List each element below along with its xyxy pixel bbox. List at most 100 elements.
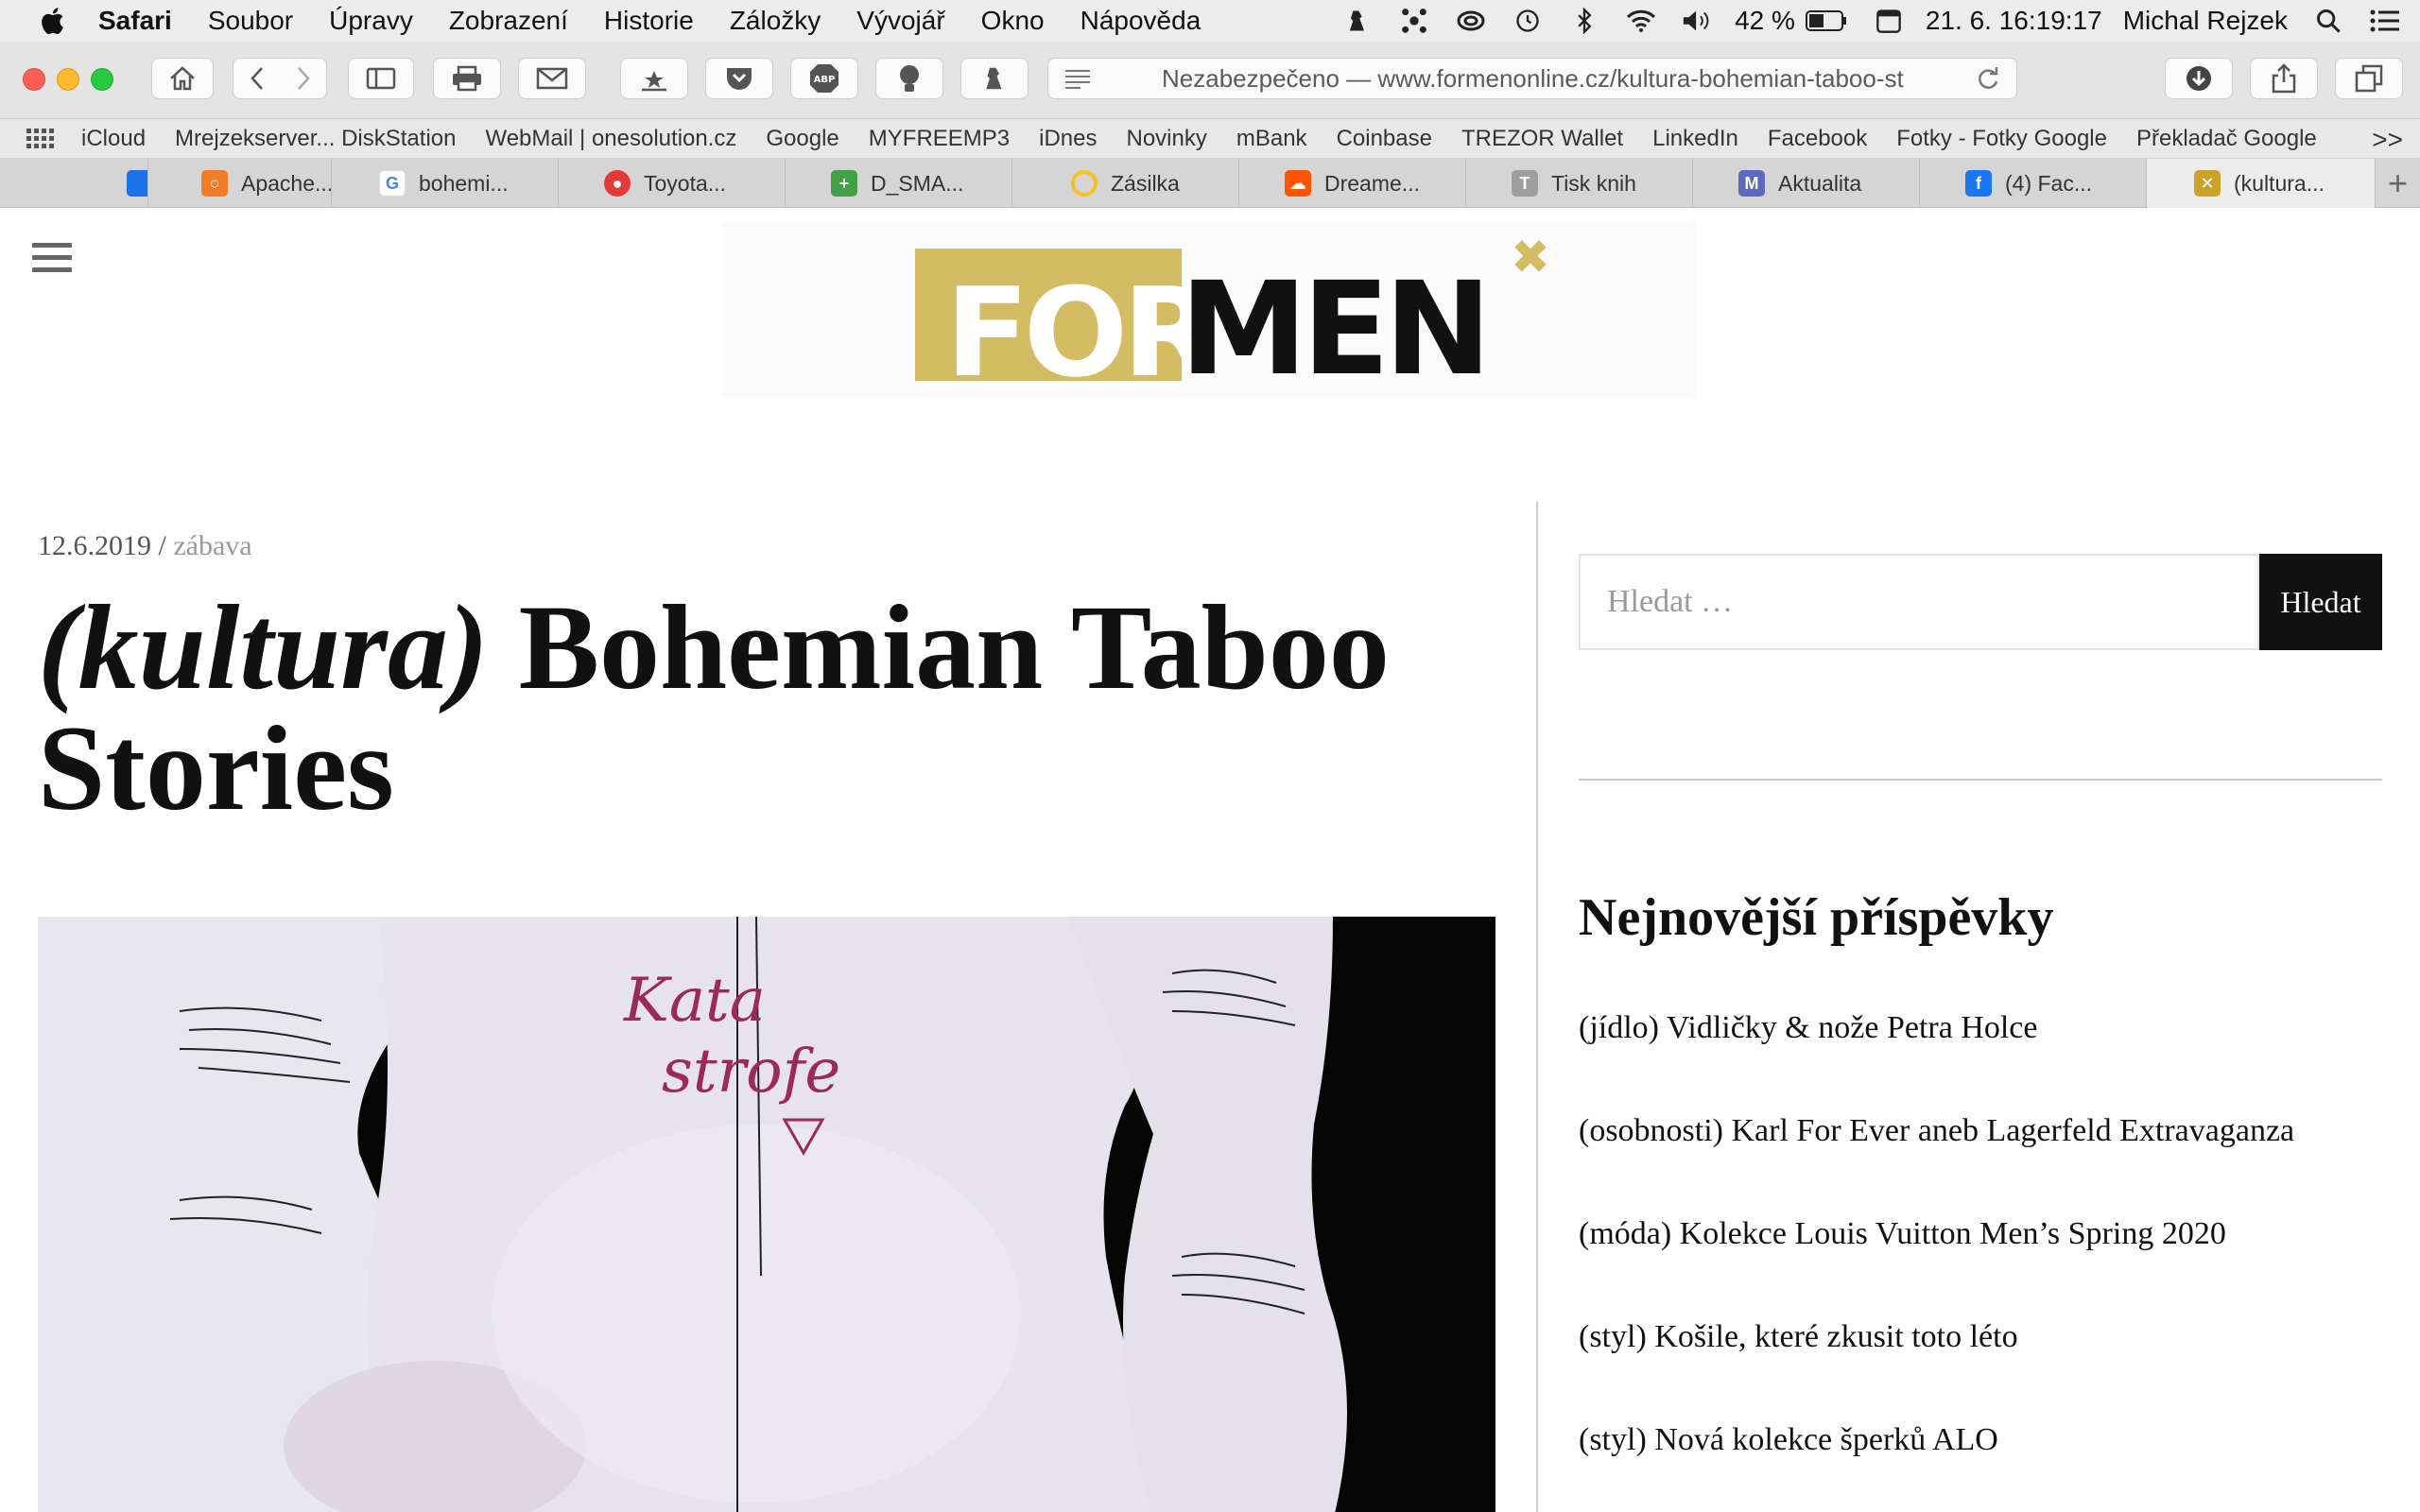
recent-post-link[interactable]: (styl) Košile, které zkusit toto léto [1579,1312,2382,1363]
bookmarks-bar: iCloud Mrejzekserver... DiskStation WebM… [0,119,2420,159]
tab-label: D_SMA... [871,170,964,196]
tab-label: (kultura... [2234,170,2325,196]
bluetooth-icon[interactable] [1568,7,1600,35]
menu-okno[interactable]: Okno [981,6,1045,36]
bookmark-coinbase[interactable]: Coinbase [1337,126,1432,152]
print-button[interactable] [433,58,501,99]
tab-8[interactable]: T Tisk knih [1465,159,1692,208]
extension-figure-button[interactable] [960,58,1028,99]
tab-6[interactable]: Zásilka [1011,159,1238,208]
tab-11-active[interactable]: ✕ (kultura... [2146,159,2375,208]
bookmark-idnes[interactable]: iDnes [1039,126,1097,152]
menu-soubor[interactable]: Soubor [208,6,293,36]
bookmark-myfreemp3[interactable]: MYFREEMP3 [869,126,1010,152]
apple-menu-icon[interactable] [38,5,70,37]
google-favicon-icon: G [379,170,406,197]
tab-label: (4) Fac... [2005,170,2093,196]
search-input[interactable] [1579,554,2259,650]
menu-historie[interactable]: Historie [604,6,694,36]
calendar-app-icon[interactable] [1873,7,1905,35]
bookmark-google[interactable]: Google [766,126,838,152]
tab-label: Tisk knih [1551,170,1636,196]
tab-10[interactable]: f (4) Fac... [1919,159,2146,208]
article-category-link[interactable]: zábava [173,530,251,561]
bookmark-novinky[interactable]: Novinky [1127,126,1207,152]
adblock-abp-icon: ABP [810,64,838,93]
sidebar-toggle-button[interactable] [348,58,414,99]
recent-post-link[interactable]: (móda) Kolekce Louis Vuitton Men’s Sprin… [1579,1209,2382,1260]
search-button[interactable]: Hledat [2259,554,2382,650]
tab-overview-button[interactable] [2335,58,2403,99]
menu-napoveda[interactable]: Nápověda [1080,6,1201,36]
menubar-username[interactable]: Michal Rejzek [2123,6,2288,36]
zoom-window-button[interactable] [91,68,113,91]
tab-label: Apache... [241,170,331,196]
bookmark-diskstation[interactable]: Mrejzekserver... DiskStation [175,126,456,152]
tab-5[interactable]: + D_SMA... [785,159,1011,208]
tab-9[interactable]: M Aktualita [1692,159,1919,208]
menu-zalozky[interactable]: Záložky [730,6,821,36]
reader-view-icon[interactable] [1063,68,1092,89]
adblock-button[interactable]: ABP [790,58,858,99]
bookmark-webmail[interactable]: WebMail | onesolution.cz [485,126,736,152]
pocket-icon [727,68,752,90]
battery-icon[interactable] [1805,7,1848,35]
creative-cloud-icon[interactable] [1455,7,1487,35]
chevron-left-icon[interactable] [250,66,265,91]
recent-post-link[interactable]: (jídlo) Vidličky & nože Petra Holce [1579,1003,2382,1054]
notification-center-icon[interactable] [2369,7,2401,35]
site-logo[interactable]: FOR MEN ✖ [722,222,1696,398]
menu-upravy[interactable]: Úpravy [329,6,413,36]
spotlight-search-icon[interactable] [2312,7,2344,35]
tab-3[interactable]: G bohemi... [331,159,558,208]
bookmark-trezor[interactable]: TREZOR Wallet [1461,126,1623,152]
meta-separator: / [151,530,174,561]
tab-label: Dreame... [1324,170,1420,196]
bookmark-facebook[interactable]: Facebook [1768,126,1867,152]
extension-bulb-button[interactable] [875,58,943,99]
volume-icon[interactable] [1682,7,1714,35]
wifi-icon[interactable] [1625,7,1657,35]
tab-1[interactable] [28,159,147,208]
minimize-window-button[interactable] [57,68,79,91]
top-sites-grid-icon[interactable] [26,128,55,149]
share-button[interactable] [2250,58,2318,99]
recent-post-link[interactable]: (osobnosti) Karl For Ever aneb Lagerfeld… [1579,1106,2382,1157]
url-text[interactable]: Nezabezpečeno — www.formenonline.cz/kult… [1162,64,1918,94]
tab-4[interactable]: ● Toyota... [558,159,785,208]
new-tab-button[interactable]: + [2375,159,2420,208]
hamburger-menu-icon[interactable] [32,243,72,277]
recent-post-link[interactable]: (styl) Nová kolekce šperků ALO [1579,1415,2382,1466]
network-nodes-icon[interactable] [1398,7,1430,35]
bookmark-google-translate[interactable]: Překladač Google [2136,126,2317,152]
tisk-favicon-icon: T [1512,170,1538,197]
menu-app-name[interactable]: Safari [98,6,172,36]
home-button[interactable] [151,58,214,99]
bookmark-google-photos[interactable]: Fotky - Fotky Google [1896,126,2107,152]
tab-7[interactable]: ☁ Dreame... [1238,159,1465,208]
bookmark-mbank[interactable]: mBank [1236,126,1307,152]
tab-2[interactable]: ○ Apache... [147,159,331,208]
recent-posts-list: (jídlo) Vidličky & nože Petra Holce (oso… [1579,1003,2382,1512]
pocket-button[interactable] [705,58,773,99]
menu-zobrazeni[interactable]: Zobrazení [449,6,568,36]
downloads-button[interactable] [2165,58,2233,99]
menubar-clock[interactable]: 21. 6. 16:19:17 [1926,6,2102,36]
soundcloud-favicon-icon: ☁ [1285,170,1311,197]
bookmarks-overflow-button[interactable]: >> [2372,125,2403,155]
hero-text-kata: Kata [623,966,766,1036]
mail-button[interactable] [518,58,586,99]
user-silhouette-icon[interactable] [1341,7,1374,35]
time-machine-icon[interactable] [1512,7,1544,35]
address-bar[interactable]: Nezabezpečeno — www.formenonline.cz/kult… [1047,58,2017,99]
back-forward-buttons[interactable] [233,58,327,99]
chevron-right-icon[interactable] [296,66,311,91]
sidebar-icon [366,67,396,90]
tab-favicon [127,170,147,197]
menu-vyvojar[interactable]: Vývojář [856,6,944,36]
bookmark-add-button[interactable] [620,58,688,99]
close-window-button[interactable] [23,68,45,91]
bookmark-linkedin[interactable]: LinkedIn [1652,126,1738,152]
bookmark-icloud[interactable]: iCloud [81,126,146,152]
reload-icon[interactable] [1975,65,2001,92]
